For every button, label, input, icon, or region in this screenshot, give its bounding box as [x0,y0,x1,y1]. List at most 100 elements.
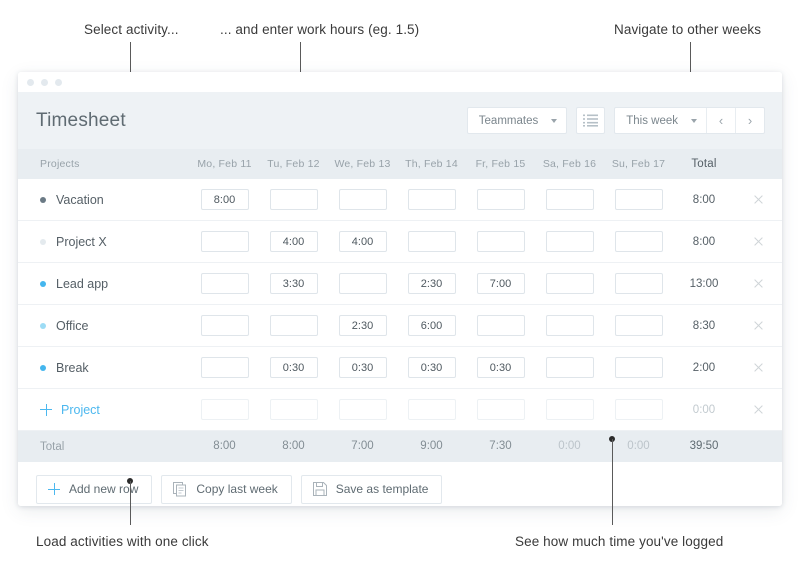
hours-cell [604,399,673,420]
hours-input-r1-d0[interactable] [200,231,249,252]
hours-cell [604,273,673,294]
delete-row-button[interactable] [735,278,781,289]
window-dot-minimize-icon[interactable] [41,78,48,86]
hours-cell [466,357,535,378]
hours-input-r0-d4[interactable] [476,189,525,210]
close-icon[interactable] [753,236,764,247]
copy-last-week-label: Copy last week [196,482,278,496]
activity-name: Lead app [56,276,109,291]
prev-week-button[interactable]: ‹ [706,108,735,133]
hours-input-r2-d2[interactable] [338,273,387,294]
add-row-delete-cell[interactable] [735,404,781,415]
hours-input-r0-d1[interactable] [269,189,318,210]
activity-selector-4[interactable]: Break [18,361,190,375]
close-icon[interactable] [753,404,764,415]
hours-input-r4-d2[interactable] [338,357,387,378]
hours-cell [328,357,397,378]
annotation-time-logged: See how much time you've logged [515,534,724,549]
column-header-total: Total [691,158,717,170]
close-icon[interactable] [753,194,764,205]
hours-input-r2-d0[interactable] [200,273,249,294]
hours-input-r4-d1[interactable] [269,357,318,378]
row-total: 2:00 [692,361,716,374]
hours-cell [535,357,604,378]
add-row-hours-input-d2[interactable] [338,399,387,420]
delete-row-button[interactable] [735,320,781,331]
activity-selector-2[interactable]: Lead app [18,277,190,291]
chevron-down-icon [691,118,697,123]
hours-input-r1-d2[interactable] [338,231,387,252]
hours-cell [259,315,328,336]
add-new-row-button[interactable]: Add new row [36,474,153,504]
hours-input-r4-d6[interactable] [614,357,663,378]
hours-input-r1-d3[interactable] [407,231,456,252]
hours-input-r0-d0[interactable] [200,189,249,210]
total-day-2: 7:00 [351,440,374,452]
add-row-hours-input-d3[interactable] [407,399,456,420]
hours-input-r4-d3[interactable] [407,357,456,378]
activity-name: Vacation [56,192,104,207]
total-day-0: 8:00 [213,440,236,452]
hours-input-r3-d4[interactable] [476,315,525,336]
delete-row-button[interactable] [735,236,781,247]
hours-cell [466,273,535,294]
activity-selector-1[interactable]: Project X [18,235,190,249]
app-header: Timesheet Teammates This week ‹ › [18,92,782,149]
add-project-button[interactable]: Project [40,403,100,417]
hours-input-r2-d4[interactable] [476,273,525,294]
window-dot-maximize-icon[interactable] [55,78,62,86]
row-total: 8:30 [692,319,716,332]
hours-input-r2-d5[interactable] [545,273,594,294]
activity-selector-0[interactable]: Vacation [18,193,190,207]
copy-last-week-button[interactable]: Copy last week [161,474,292,504]
close-icon[interactable] [753,278,764,289]
hours-input-r3-d1[interactable] [269,315,318,336]
hours-input-r1-d5[interactable] [545,231,594,252]
hours-input-r3-d3[interactable] [407,315,456,336]
hours-input-r4-d0[interactable] [200,357,249,378]
hours-input-r2-d1[interactable] [269,273,318,294]
week-dropdown[interactable]: This week [615,108,706,133]
hours-cell [604,189,673,210]
row-total: 8:00 [692,193,716,206]
hours-input-r3-d0[interactable] [200,315,249,336]
save-as-template-button[interactable]: Save as template [300,474,443,504]
add-row-hours-input-d1[interactable] [269,399,318,420]
hours-input-r4-d5[interactable] [545,357,594,378]
activity-selector-3[interactable]: Office [18,319,190,333]
row-total: 13:00 [689,277,719,290]
add-row-hours-input-d0[interactable] [200,399,249,420]
hours-cell [328,273,397,294]
close-icon[interactable] [753,362,764,373]
add-row-hours-input-d4[interactable] [476,399,525,420]
hours-input-r3-d6[interactable] [614,315,663,336]
table-row: Lead app 13:00 [18,263,782,305]
hours-input-r3-d5[interactable] [545,315,594,336]
add-project-cell[interactable]: Project [18,403,190,417]
hours-input-r0-d5[interactable] [545,189,594,210]
next-week-button[interactable]: › [735,108,764,133]
close-icon[interactable] [753,320,764,331]
hours-input-r1-d6[interactable] [614,231,663,252]
add-new-row-label: Add new row [69,482,139,496]
hours-input-r0-d6[interactable] [614,189,663,210]
delete-row-button[interactable] [735,194,781,205]
hours-input-r0-d3[interactable] [407,189,456,210]
hours-cell [466,189,535,210]
hours-input-r2-d6[interactable] [614,273,663,294]
hours-input-r1-d4[interactable] [476,231,525,252]
hours-input-r4-d4[interactable] [476,357,525,378]
teammates-dropdown[interactable]: Teammates [466,107,568,134]
app-window: Timesheet Teammates This week ‹ › Projec… [18,72,782,506]
window-dot-close-icon[interactable] [27,78,34,86]
hours-input-r3-d2[interactable] [338,315,387,336]
hours-cell [259,357,328,378]
hours-input-r1-d1[interactable] [269,231,318,252]
list-view-button[interactable] [576,107,606,134]
hours-input-r2-d3[interactable] [407,273,456,294]
add-row-hours-input-d5[interactable] [545,399,594,420]
delete-row-button[interactable] [735,362,781,373]
row-total: 8:00 [692,235,716,248]
hours-input-r0-d2[interactable] [338,189,387,210]
add-row-hours-input-d6[interactable] [614,399,663,420]
